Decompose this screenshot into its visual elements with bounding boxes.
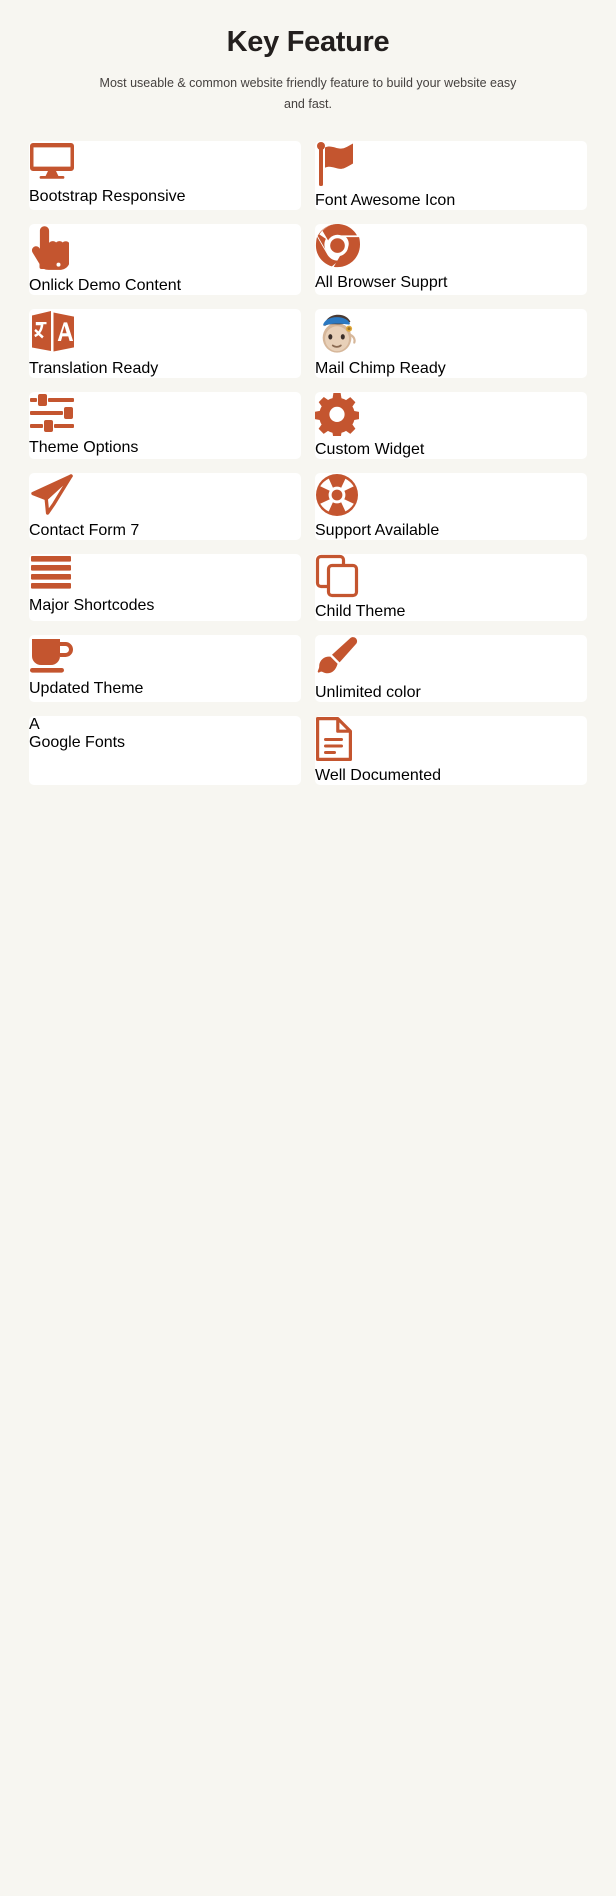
feature-label: Child Theme (315, 602, 406, 620)
feature-card-child-theme[interactable]: Child Theme (315, 553, 587, 621)
feature-card-theme-options[interactable]: Theme Options (29, 391, 301, 459)
feature-label: Google Fonts (29, 733, 126, 751)
feature-card-all-browser-supprt[interactable]: All Browser Supprt (315, 223, 587, 295)
feature-label: Theme Options (29, 438, 139, 456)
feature-label: Major Shortcodes (29, 596, 155, 614)
feature-card-onlick-demo-content[interactable]: Onlick Demo Content (29, 223, 301, 295)
feature-label: Unlimited color (315, 683, 421, 701)
feature-label: Custom Widget (315, 440, 425, 458)
flag-icon (315, 141, 587, 192)
feature-label: Support Available (315, 521, 440, 539)
feature-card-major-shortcodes[interactable]: Major Shortcodes (29, 553, 301, 621)
desktop-monitor-icon (29, 141, 301, 188)
feature-card-font-awesome-icon[interactable]: Font Awesome Icon (315, 140, 587, 210)
page-title: Key Feature (226, 26, 390, 58)
feature-label: Well Documented (315, 766, 441, 784)
document-file-icon (315, 716, 587, 767)
hamburger-bars-icon (29, 554, 301, 597)
feature-card-bootstrap-responsive[interactable]: Bootstrap Responsive (29, 140, 301, 210)
mailchimp-monkey-icon (315, 309, 587, 360)
feature-card-custom-widget[interactable]: Custom Widget (314, 391, 587, 459)
chrome-browser-icon (315, 223, 587, 274)
feature-card-updated-theme[interactable]: Updated Theme (29, 634, 301, 702)
feature-label: Bootstrap Responsive (29, 187, 186, 205)
feature-label: Mail Chimp Ready (315, 359, 446, 377)
section-header: Key Feature Most useable & common websit… (0, 0, 616, 115)
feature-label: Updated Theme (29, 679, 144, 697)
feature-card-support-available[interactable]: Support Available (315, 472, 587, 540)
feature-label: All Browser Supprt (315, 273, 448, 291)
feature-label: Font Awesome Icon (315, 191, 456, 209)
gear-icon (314, 392, 587, 441)
key-feature-section: Key Feature Most useable & common websit… (0, 0, 616, 1896)
feature-label: Onlick Demo Content (29, 276, 182, 294)
translate-icon (29, 309, 301, 360)
lifebuoy-icon (315, 473, 587, 522)
sliders-icon (29, 392, 301, 439)
section-subtitle: Most useable & common website friendly f… (99, 76, 517, 111)
feature-label: Contact Form 7 (29, 521, 140, 539)
copy-documents-icon (315, 554, 587, 603)
feature-label: Translation Ready (29, 359, 159, 377)
feature-card-well-documented[interactable]: Well Documented (315, 715, 587, 785)
feature-card-unlimited-color[interactable]: Unlimited color (315, 634, 587, 702)
letter-a-serif-icon: A (29, 715, 40, 733)
feature-card-google-fonts[interactable]: A Google Fonts (29, 715, 301, 785)
coffee-cup-icon (29, 635, 301, 680)
paper-plane-icon (29, 473, 301, 522)
feature-card-contact-form-7[interactable]: Contact Form 7 (29, 472, 301, 540)
paint-brush-icon (315, 635, 587, 684)
pointing-hand-icon (29, 224, 301, 277)
feature-card-mail-chimp-ready[interactable]: Mail Chimp Ready (315, 308, 587, 378)
feature-grid: Bootstrap Responsive Font Awesome Icon O… (0, 140, 616, 785)
feature-card-translation-ready[interactable]: Translation Ready (29, 308, 301, 378)
